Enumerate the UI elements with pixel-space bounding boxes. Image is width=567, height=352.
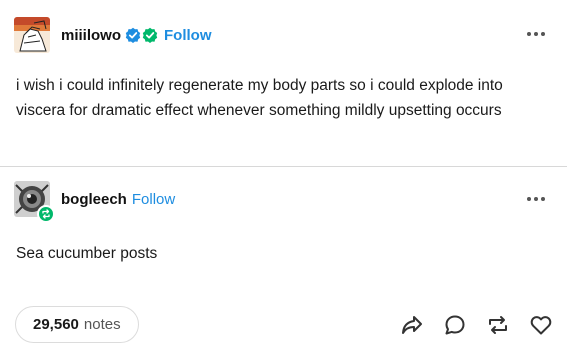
notes-button[interactable]: 29,560 notes (15, 306, 139, 343)
avatar-image (14, 17, 50, 53)
username[interactable]: miiilowo (61, 27, 121, 44)
reblog-badge-icon (37, 205, 55, 223)
verified-badges (125, 27, 158, 43)
heart-icon[interactable] (528, 312, 554, 338)
share-icon[interactable] (399, 312, 425, 338)
post-header: miiilowo Follow (14, 17, 212, 53)
reblog-body-text: Sea cucumber posts (16, 245, 158, 262)
reblog-icon[interactable] (485, 312, 511, 338)
post-footer: 29,560 notes (0, 306, 567, 346)
follow-button[interactable]: Follow (164, 27, 212, 44)
reblog-avatar-wrap[interactable] (14, 181, 55, 223)
notes-label: notes (83, 316, 121, 333)
green-check-badge-icon (142, 27, 158, 43)
blue-check-badge-icon (125, 27, 141, 43)
post-body-text: i wish i could infinitely regenerate my … (16, 77, 503, 119)
reblog-header: bogleech Follow (14, 181, 175, 223)
username[interactable]: bogleech (61, 191, 127, 208)
avatar[interactable] (14, 17, 50, 53)
more-options-icon[interactable] (527, 29, 549, 39)
post-actions (399, 312, 554, 338)
notes-count: 29,560 (33, 316, 79, 333)
reply-icon[interactable] (442, 312, 468, 338)
original-post: miiilowo Follow i wish i could infinitel… (0, 0, 567, 166)
more-options-icon[interactable] (527, 194, 549, 204)
follow-button[interactable]: Follow (132, 191, 175, 208)
